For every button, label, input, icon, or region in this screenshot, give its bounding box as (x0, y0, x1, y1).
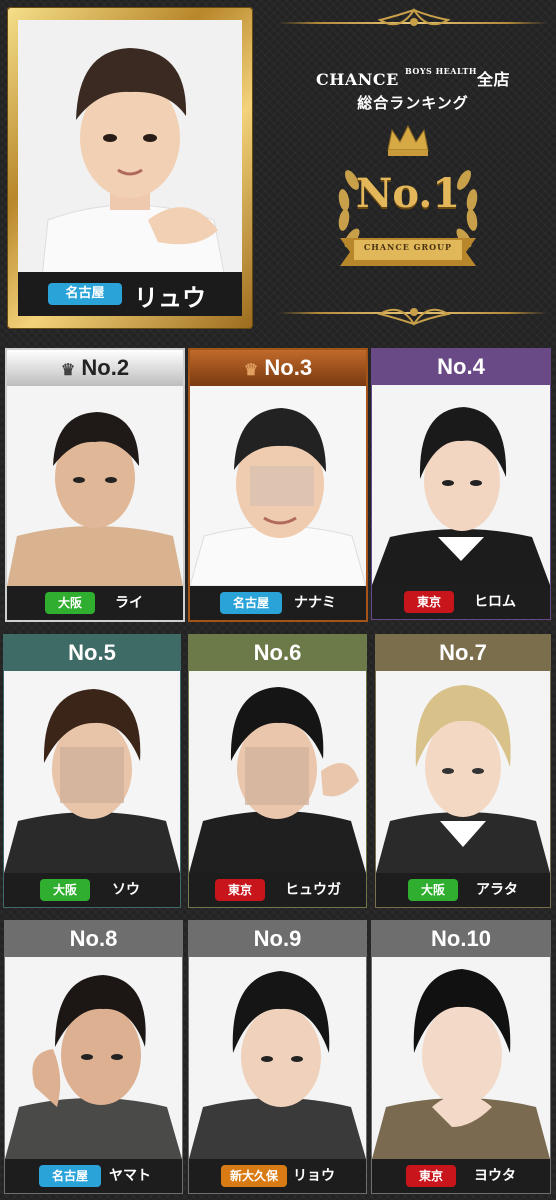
region-badge: 名古屋 (220, 592, 282, 614)
cast-footer: 新大久保 リョウ (189, 1159, 366, 1193)
rank-header: No.8 (5, 921, 182, 957)
person-photo (4, 671, 180, 873)
cast-footer: 大阪 ソウ (4, 873, 180, 907)
ornament-top-icon (377, 8, 451, 26)
cast-photo (372, 957, 550, 1159)
rank-card-3[interactable]: ♛ No.3 名古屋 ナナミ (188, 348, 368, 622)
rank-header: ♛ No.3 (190, 350, 366, 386)
rank-label: No.5 (68, 640, 116, 665)
cast-photo (5, 957, 182, 1159)
rank-label: No.4 (437, 354, 485, 379)
cast-footer: 大阪 ライ (7, 586, 183, 620)
person-photo (189, 957, 366, 1159)
cast-photo (189, 671, 366, 873)
rank-header: No.4 (372, 349, 550, 385)
rank-label: No.9 (253, 926, 302, 951)
region-badge: 大阪 (40, 879, 90, 901)
crown-icon: ♛ (60, 362, 76, 379)
rank-card-5[interactable]: No.5 大阪 ソウ (3, 634, 181, 908)
rank-label: No.3 (264, 355, 313, 380)
person-photo (189, 671, 366, 873)
cast-photo (190, 386, 366, 586)
cast-name: ソウ (112, 882, 140, 898)
brand-heading: CHANCE BOYS HEALTH全店 総合ランキング (270, 66, 556, 113)
cast-footer: 東京 ヨウタ (372, 1159, 550, 1193)
region-badge: 大阪 (45, 592, 95, 614)
store-scope: 全店 (476, 70, 510, 89)
rank-header: No.9 (189, 921, 366, 957)
ranking-title: 総合ランキング (357, 94, 469, 112)
cast-footer: 東京 ヒロム (372, 585, 550, 619)
ribbon-text: CHANCE GROUP (363, 242, 453, 252)
region-badge: 名古屋 (39, 1165, 101, 1187)
person-photo (376, 671, 550, 873)
rank-header: No.7 (376, 635, 550, 671)
rank-label: No.6 (253, 640, 302, 665)
rank-card-8[interactable]: No.8 名古屋 ヤマト (4, 920, 183, 1194)
cast-photo (372, 385, 550, 585)
cast-footer: 名古屋 ナナミ (190, 586, 366, 620)
cast-photo (189, 957, 366, 1159)
rank-header: No.5 (4, 635, 180, 671)
cast-footer: 名古屋 ヤマト (5, 1159, 182, 1193)
region-badge: 新大久保 (221, 1165, 287, 1187)
brand-logo: CHANCE (316, 70, 399, 89)
cast-name: ヒュウガ (285, 882, 341, 898)
region-badge: 東京 (406, 1165, 456, 1187)
region-badge: 大阪 (408, 879, 458, 901)
cast-name: ライ (115, 595, 143, 611)
cast-name: ナナミ (294, 595, 336, 611)
crown-icon: ♛ (243, 362, 259, 379)
cast-name: ヤマト (109, 1168, 151, 1184)
rank-header: No.6 (189, 635, 366, 671)
rank-label: No.2 (81, 355, 130, 380)
rank-card-7[interactable]: No.7 大阪 アラタ (375, 634, 551, 908)
cast-footer: 大阪 アラタ (376, 873, 550, 907)
rank-header: No.10 (372, 921, 550, 957)
person-photo (372, 957, 550, 1159)
cast-name: ヒロム (474, 594, 516, 610)
rank-card-4[interactable]: No.4 東京 ヒロム (371, 348, 551, 620)
rank-number: No.1 (355, 170, 461, 217)
cast-footer: 東京 ヒュウガ (189, 873, 366, 907)
cast-photo (4, 671, 180, 873)
region-badge: 東京 (215, 879, 265, 901)
cast-name: ヨウタ (474, 1168, 516, 1184)
rank-label: No.7 (439, 640, 487, 665)
person-photo (372, 385, 550, 585)
cast-photo (376, 671, 550, 873)
person-photo (7, 386, 183, 586)
ornament-bottom-icon (377, 308, 451, 326)
region-badge: 東京 (404, 591, 454, 613)
cast-name: アラタ (476, 882, 518, 898)
featured-name-strip: 名古屋 リュウ (18, 272, 242, 316)
person-photo (190, 386, 366, 586)
cast-name: リョウ (293, 1168, 335, 1184)
rank-label: No.10 (431, 926, 491, 951)
rank-card-6[interactable]: No.6 東京 ヒュウガ (188, 634, 367, 908)
cast-photo (7, 386, 183, 586)
region-badge: 名古屋 (48, 283, 122, 305)
rank-card-10[interactable]: No.10 東京 ヨウタ (371, 920, 551, 1194)
rank-header: ♛ No.2 (7, 350, 183, 386)
person-photo (5, 957, 182, 1159)
rank-label: No.8 (69, 926, 118, 951)
rank-card-2[interactable]: ♛ No.2 大阪 ライ (5, 348, 185, 622)
brand-small: BOYS HEALTH (404, 66, 477, 76)
cast-name: リュウ (134, 284, 206, 312)
rank-card-9[interactable]: No.9 新大久保 リョウ (188, 920, 367, 1194)
